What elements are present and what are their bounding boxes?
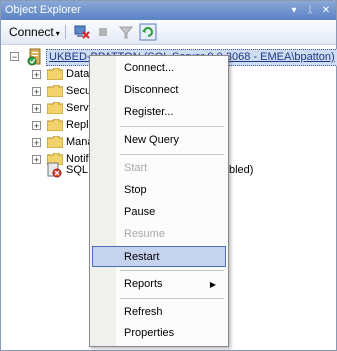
tree-node-label: Serv (66, 102, 89, 114)
menu-item-label: Resume (124, 228, 165, 240)
server-icon (27, 48, 41, 66)
menu-item-label: Start (124, 162, 148, 174)
menu-item-new-query[interactable]: New Query (92, 130, 226, 151)
menu-item-label: Stop (124, 184, 147, 196)
window-title: Object Explorer (5, 4, 81, 16)
folder-icon (47, 68, 63, 80)
menu-item-refresh[interactable]: Refresh (92, 302, 226, 323)
agent-status-text: bled) (229, 164, 254, 176)
folder-icon (47, 119, 63, 131)
menu-separator (120, 154, 224, 155)
object-explorer-window: Object Explorer ▾ ᛸ ✕ Connect ▾ − - EMEA… (0, 0, 337, 351)
folder-icon (47, 102, 63, 114)
toolbar: Connect ▾ (1, 20, 336, 45)
tree-node-label: Data (66, 68, 90, 80)
connect-label: Connect (9, 25, 54, 39)
menu-item-label: New Query (124, 134, 180, 146)
expand-toggle[interactable]: + (32, 70, 41, 80)
menu-item-pause[interactable]: Pause (92, 202, 226, 223)
tree-node-label: SQL (66, 164, 89, 176)
expand-toggle[interactable]: + (32, 138, 41, 148)
tree-node[interactable]: + Secu (1, 83, 101, 99)
filter-icon[interactable] (117, 23, 135, 41)
menu-separator (120, 270, 224, 271)
collapse-toggle[interactable]: − (10, 52, 19, 62)
agent-icon (47, 162, 62, 178)
menu-item-restart[interactable]: Restart (92, 246, 226, 267)
menu-item-resume: Resume (92, 224, 226, 245)
menu-item-label: Restart (124, 251, 160, 263)
expand-toggle[interactable]: + (32, 104, 41, 114)
menu-item-label: Connect... (124, 62, 175, 74)
menu-separator (120, 298, 224, 299)
tree-node-label: Secu (66, 85, 92, 97)
chevron-down-icon: ▾ (55, 29, 60, 38)
close-icon[interactable]: ✕ (319, 1, 333, 20)
expand-toggle[interactable]: + (32, 121, 41, 131)
menu-item-label: Reports (124, 278, 163, 290)
submenu-arrow-icon: ▶ (209, 280, 216, 289)
menu-item-start: Start (92, 158, 226, 179)
tree-node[interactable]: + Repli (1, 117, 101, 133)
menu-item-register[interactable]: Register... (92, 102, 226, 123)
tree-node-label: Repli (66, 119, 92, 131)
folder-icon (47, 85, 63, 97)
tree-node[interactable]: + Data (1, 66, 101, 82)
menu-item-label: Disconnect (124, 84, 179, 96)
context-menu: Connect... Disconnect Register... New Qu… (89, 55, 229, 347)
toolbar-separator (65, 25, 66, 39)
menu-separator (120, 126, 224, 127)
connect-button[interactable]: Connect ▾ (9, 25, 60, 39)
tree-node[interactable]: + Mana (1, 134, 101, 150)
menu-item-label: Properties (124, 327, 175, 339)
menu-item-disconnect[interactable]: Disconnect (92, 80, 226, 101)
disconnect-icon[interactable] (73, 23, 91, 41)
menu-item-connect[interactable]: Connect... (92, 58, 226, 79)
menu-item-label: Register... (124, 106, 174, 118)
stop-icon[interactable] (94, 23, 112, 41)
menu-item-reports[interactable]: Reports ▶ (92, 274, 226, 295)
tree-node[interactable]: + Serv (1, 100, 101, 116)
menu-item-label: Refresh (124, 306, 163, 318)
menu-item-label: Pause (124, 206, 156, 218)
folder-icon (47, 136, 63, 148)
menu-item-stop[interactable]: Stop (92, 180, 226, 201)
pin-icon[interactable]: ᛸ (303, 1, 317, 20)
title-bar: Object Explorer ▾ ᛸ ✕ (1, 1, 336, 20)
expand-toggle[interactable]: + (32, 87, 41, 97)
refresh-icon[interactable] (139, 23, 157, 41)
dropdown-icon[interactable]: ▾ (287, 1, 301, 20)
menu-item-properties[interactable]: Properties (92, 323, 226, 344)
